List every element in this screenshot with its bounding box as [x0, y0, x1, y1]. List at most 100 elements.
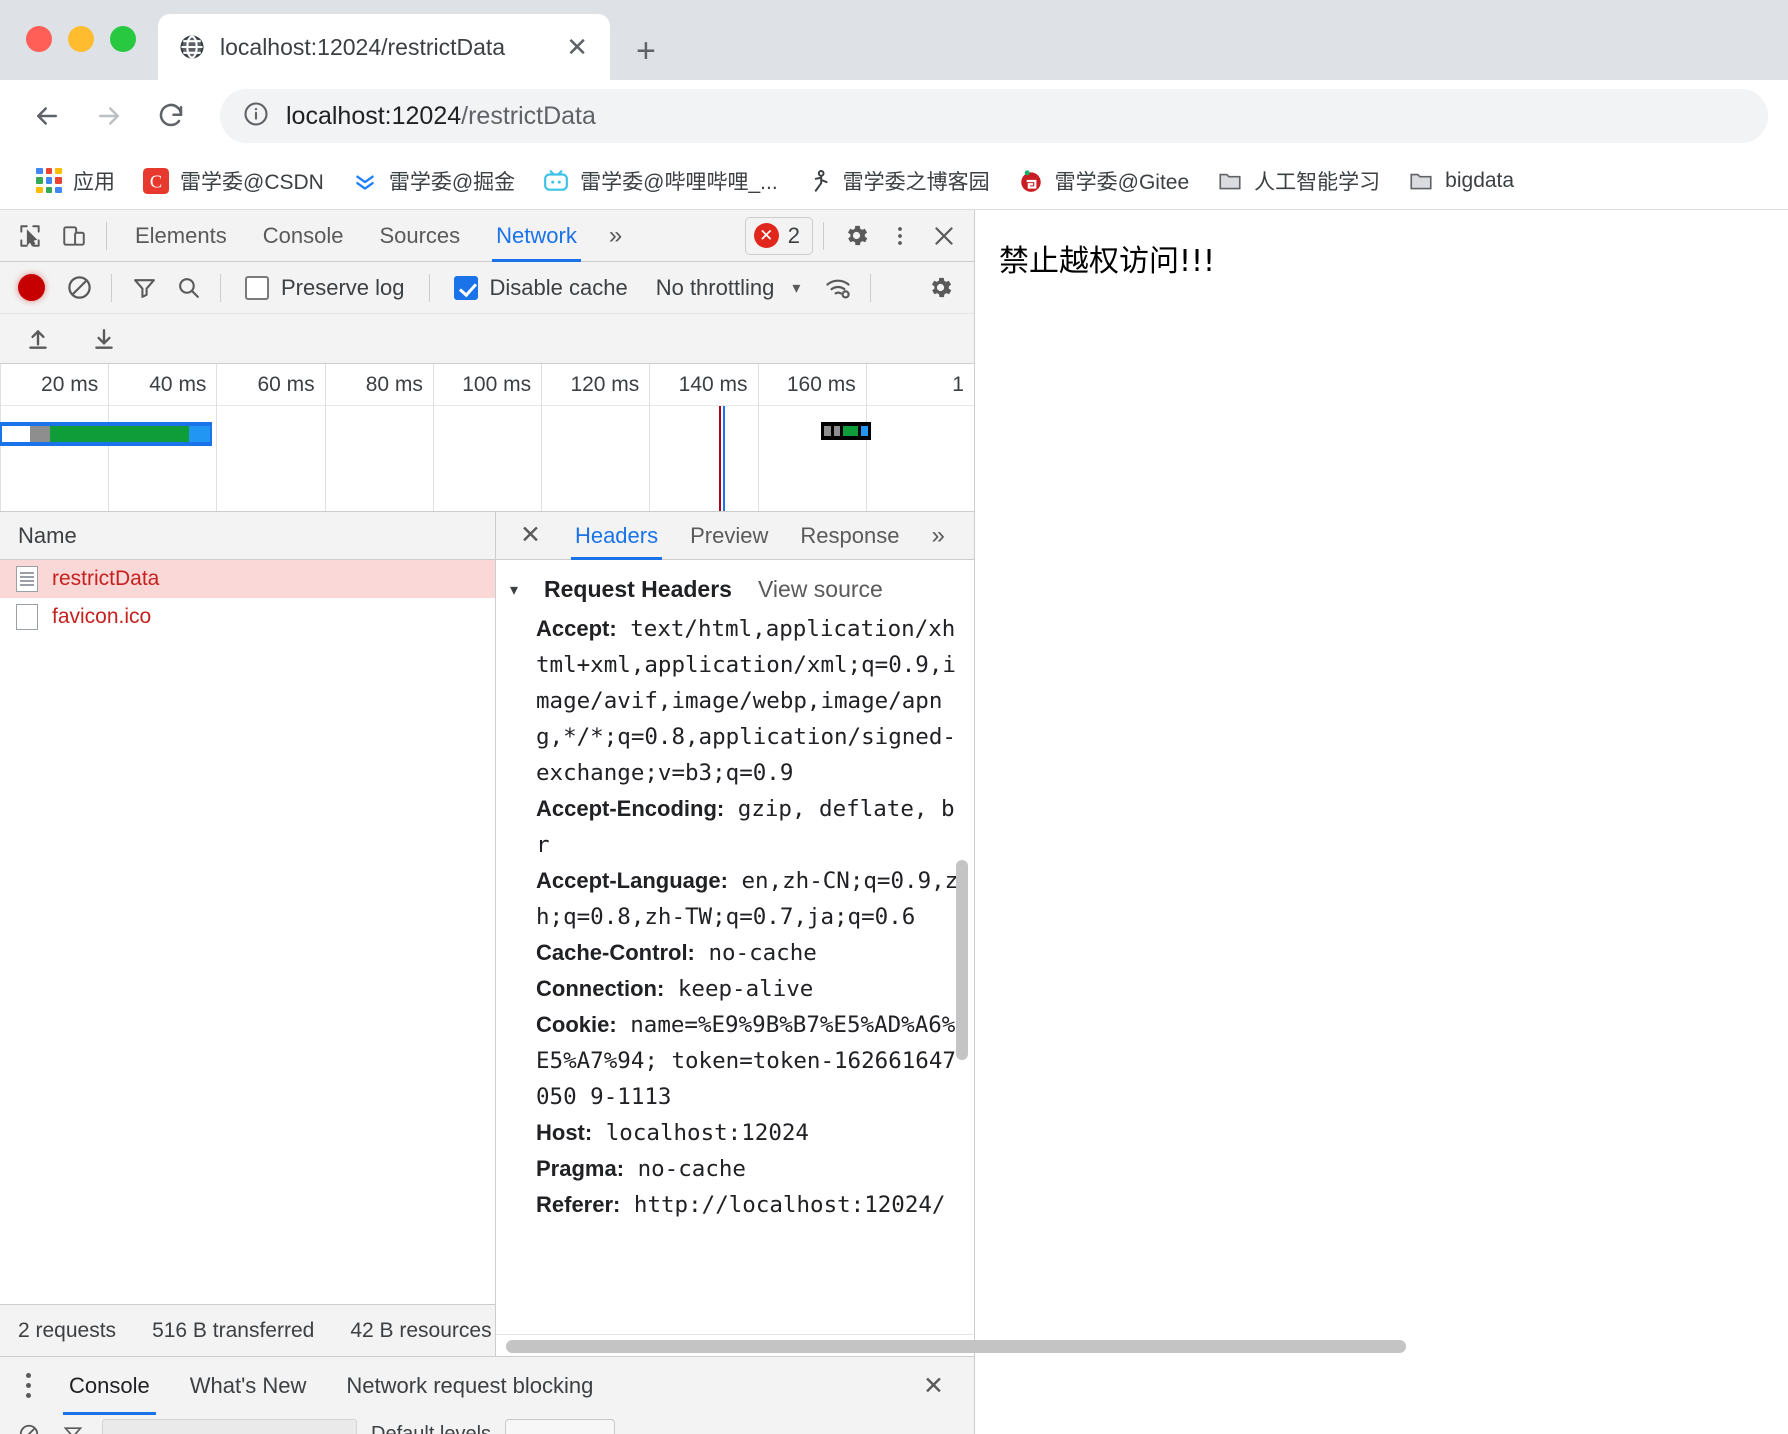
header-value: localhost:12024: [606, 1120, 809, 1146]
headers-content[interactable]: ▾ Request Headers View source Accept: te…: [496, 560, 974, 1334]
divider: [220, 274, 221, 302]
close-icon[interactable]: ✕: [502, 523, 559, 548]
reload-icon[interactable]: [144, 89, 198, 143]
checkbox-box[interactable]: [245, 276, 269, 300]
header-row: Accept: text/html,application/xhtml+xml,…: [536, 611, 960, 791]
close-window-button[interactable]: [26, 26, 52, 52]
tab-sources[interactable]: Sources: [361, 210, 478, 262]
minimize-window-button[interactable]: [68, 26, 94, 52]
bookmarks-bar: 应用 C 雷学委@CSDN 雷学委@掘金 雷学委@哔哩哔哩_... 雷学委之博客…: [0, 152, 1788, 210]
browser-tab[interactable]: localhost:12024/restrictData ✕: [158, 14, 610, 80]
horizontal-scrollbar[interactable]: [496, 1334, 974, 1356]
more-tabs-icon[interactable]: »: [595, 222, 636, 250]
close-icon[interactable]: [922, 214, 966, 258]
bookmark-cnblogs[interactable]: 雷学委之博客园: [792, 166, 1004, 196]
network-overview[interactable]: 20 ms 40 ms 60 ms 80 ms 100 ms 120 ms 14…: [0, 364, 974, 512]
tab-preview[interactable]: Preview: [674, 512, 784, 560]
gear-icon[interactable]: [918, 266, 962, 310]
window-controls[interactable]: [26, 26, 136, 52]
tab-network[interactable]: Network: [478, 210, 595, 262]
tab-title: localhost:12024/restrictData: [220, 34, 544, 61]
header-key: Host:: [536, 1120, 592, 1145]
disable-cache-label: Disable cache: [490, 275, 628, 301]
search-icon[interactable]: [166, 266, 210, 310]
browser-window: localhost:12024/restrictData ✕ + localho…: [0, 0, 1788, 1434]
more-vertical-icon[interactable]: [878, 214, 922, 258]
header-key: Connection:: [536, 976, 664, 1001]
drawer-tab-network-request-blocking[interactable]: Network request blocking: [326, 1357, 613, 1415]
navigation-toolbar: localhost:12024/restrictData: [0, 80, 1788, 152]
scrollbar-thumb[interactable]: [506, 1340, 1406, 1353]
clear-no-entry-icon[interactable]: [57, 266, 101, 310]
inspect-cursor-icon[interactable]: [8, 214, 52, 258]
bookmark-label: 雷学委@Gitee: [1055, 166, 1190, 196]
more-tabs-icon[interactable]: »: [915, 522, 960, 550]
bookmark-csdn[interactable]: C 雷学委@CSDN: [129, 166, 338, 196]
tab-console[interactable]: Console: [245, 210, 362, 262]
bookmark-gitee[interactable]: 雷学委@Gitee: [1004, 166, 1204, 196]
tab-elements[interactable]: Elements: [117, 210, 245, 262]
bookmark-juejin[interactable]: 雷学委@掘金: [338, 166, 529, 196]
console-filter-input[interactable]: [102, 1419, 357, 1434]
chevron-down-icon[interactable]: ▾: [792, 278, 800, 298]
levels-select[interactable]: [505, 1419, 615, 1434]
preserve-log-label: Preserve log: [281, 275, 405, 301]
preserve-log-checkbox[interactable]: Preserve log: [231, 275, 419, 301]
funnel-icon[interactable]: [122, 266, 166, 310]
request-list-header[interactable]: Name: [0, 512, 495, 560]
header-value: no-cache: [708, 940, 816, 966]
maximize-window-button[interactable]: [110, 26, 136, 52]
timeline-tick: 100 ms: [433, 364, 541, 405]
url-host: localhost:12024: [286, 102, 461, 130]
throttling-select[interactable]: No throttling: [642, 275, 775, 301]
bookmark-folder-bigdata[interactable]: bigdata: [1394, 168, 1528, 194]
request-row-restrictdata[interactable]: restrictData: [0, 560, 495, 598]
address-bar[interactable]: localhost:12024/restrictData: [220, 89, 1768, 143]
request-headers-section[interactable]: ▾ Request Headers View source: [496, 572, 974, 611]
summary-transferred: 516 B transferred: [134, 1319, 332, 1343]
close-icon[interactable]: ✕: [558, 30, 596, 64]
arrow-right-icon[interactable]: [82, 89, 136, 143]
filter-icon[interactable]: [58, 1419, 88, 1434]
vertical-scrollbar[interactable]: [956, 860, 968, 1060]
disable-cache-checkbox[interactable]: Disable cache: [440, 275, 642, 301]
drawer-tab-whats-new[interactable]: What's New: [170, 1357, 327, 1415]
arrow-left-icon[interactable]: [20, 89, 74, 143]
device-toolbar-icon[interactable]: [52, 214, 96, 258]
bookmark-bilibili[interactable]: 雷学委@哔哩哔哩_...: [529, 166, 792, 196]
clear-console-icon[interactable]: [14, 1419, 44, 1434]
blank-file-icon: [16, 604, 38, 630]
bookmark-folder-ai[interactable]: 人工智能学习: [1203, 166, 1394, 196]
divider: [429, 274, 430, 302]
request-list-body[interactable]: restrictData favicon.ico: [0, 560, 495, 1304]
tab-response[interactable]: Response: [784, 512, 915, 560]
bookmark-label: 雷学委之博客园: [843, 166, 990, 196]
view-source-link[interactable]: View source: [758, 576, 883, 603]
import-har-icon[interactable]: [16, 317, 60, 361]
network-conditions-icon[interactable]: [816, 266, 860, 310]
new-tab-button[interactable]: +: [636, 34, 656, 68]
timeline-tick: 80 ms: [325, 364, 433, 405]
more-vertical-icon[interactable]: [14, 1373, 49, 1398]
column-header-name: Name: [18, 523, 77, 549]
export-har-icon[interactable]: [82, 317, 126, 361]
tab-headers[interactable]: Headers: [559, 512, 674, 560]
info-circle-icon[interactable]: [242, 100, 270, 133]
record-circle-icon[interactable]: [18, 274, 45, 301]
overview-body: [0, 406, 974, 511]
error-circle-icon: ✕: [754, 223, 779, 248]
divider: [111, 274, 112, 302]
gear-icon[interactable]: [834, 214, 878, 258]
header-key: Referer:: [536, 1192, 620, 1217]
error-badge[interactable]: ✕ 2: [745, 217, 813, 255]
load-event-line: [723, 406, 725, 511]
checkbox-box[interactable]: [454, 276, 478, 300]
devtools-tab-bar: Elements Console Sources Network » ✕ 2: [0, 210, 974, 262]
svg-text:C: C: [150, 171, 162, 191]
request-row-favicon[interactable]: favicon.ico: [0, 598, 495, 636]
close-icon[interactable]: ✕: [907, 1371, 960, 1401]
default-levels-label[interactable]: Default levels: [371, 1423, 491, 1434]
chevron-down-icon[interactable]: ▾: [510, 580, 518, 600]
drawer-tab-console[interactable]: Console: [49, 1357, 170, 1415]
bookmark-apps[interactable]: 应用: [22, 166, 129, 196]
